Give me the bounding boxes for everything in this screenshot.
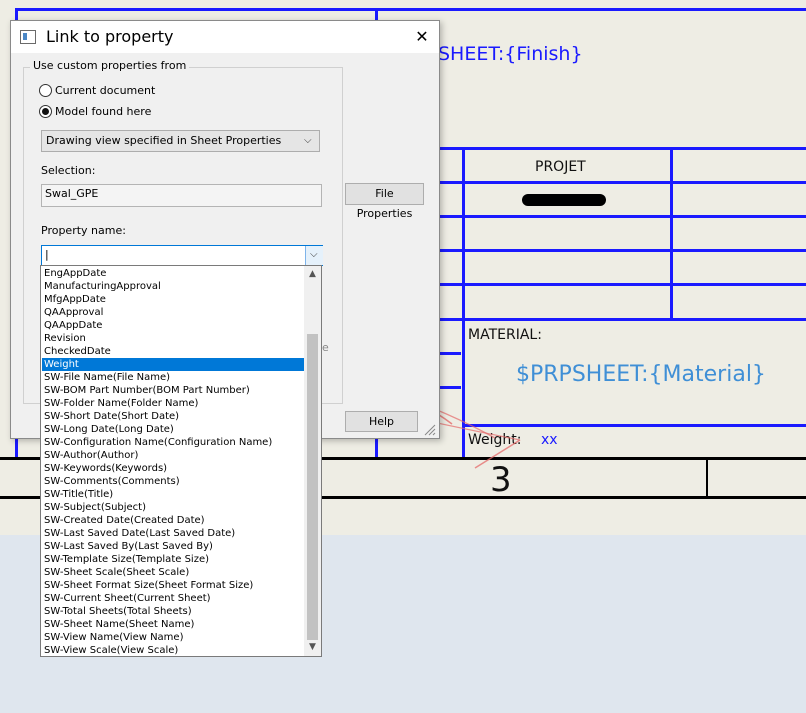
property-dropdown-list[interactable]: EngAppDate ManufacturingApproval MfgAppDat… [40,265,322,657]
property-list-item[interactable]: CheckedDate [42,345,306,358]
radio-model-found-here-label[interactable]: Model found here [55,105,151,118]
property-list-item[interactable]: SW-Current Sheet(Current Sheet) [42,592,306,605]
property-list-item[interactable]: Revision [42,332,306,345]
group-label: Use custom properties from [30,59,190,72]
property-list-item[interactable]: SW-Sheet Format Size(Sheet Format Size) [42,579,306,592]
scrollbar-thumb[interactable] [307,334,318,640]
property-list-item[interactable]: SW-Sheet Name(Sheet Name) [42,618,306,631]
chevron-down-icon: ⌵ [310,249,318,260]
chevron-down-icon: ⌵ [304,135,312,146]
view-select[interactable]: Drawing view specified in Sheet Properti… [41,130,320,152]
close-icon: ✕ [415,27,429,46]
selection-label: Selection: [41,164,96,177]
help-button[interactable]: Help [345,411,418,432]
property-list-item[interactable]: QAApproval [42,306,306,319]
property-list-item[interactable]: SW-Template Size(Template Size) [42,553,306,566]
radio-current-document-label[interactable]: Current document [55,84,155,97]
property-list-item[interactable]: ManufacturingApproval [42,280,306,293]
property-list-item[interactable]: SW-Sheet Scale(Sheet Scale) [42,566,306,579]
property-list-item[interactable]: SW-View Name(View Name) [42,631,306,644]
property-name-label: Property name: [41,224,126,237]
property-list-item[interactable]: SW-Keywords(Keywords) [42,462,306,475]
dialog-title-bar: Link to property ✕ [11,21,439,53]
property-list-item[interactable]: SW-Title(Title) [42,488,306,501]
resize-grip-icon[interactable] [423,423,436,436]
list-scrollbar[interactable]: ▲ ▼ [304,266,321,656]
property-list-item[interactable]: SW-BOM Part Number(BOM Part Number) [42,384,306,397]
radio-model-found-here[interactable] [39,105,52,118]
property-list-item[interactable]: QAAppDate [42,319,306,332]
property-list-item[interactable]: SW-Created Date(Created Date) [42,514,306,527]
property-list-item[interactable]: SW-Comments(Comments) [42,475,306,488]
property-list-item[interactable]: SW-Total Sheets(Total Sheets) [42,605,306,618]
property-list-item[interactable]: SW-Long Date(Long Date) [42,423,306,436]
property-list-item[interactable]: SW-File Name(File Name) [42,371,306,384]
selection-field[interactable]: Swal_GPE [41,184,322,207]
property-name-input-value: | [45,248,49,261]
property-list-item[interactable]: SW-Subject(Subject) [42,501,306,514]
property-name-dropdown-button[interactable]: ⌵ [305,246,323,265]
property-list-item[interactable]: Weight [42,358,306,371]
obscured-text: e [322,341,329,354]
scroll-down-icon[interactable]: ▼ [304,639,321,656]
property-list-item[interactable]: SW-Author(Author) [42,449,306,462]
property-list-item[interactable]: SW-View Scale(View Scale) [42,644,306,656]
property-list-item[interactable]: MfgAppDate [42,293,306,306]
radio-current-document[interactable] [39,84,52,97]
property-list-item[interactable]: EngAppDate [42,267,306,280]
property-name-input[interactable]: | ⌵ [41,245,323,266]
property-list-item[interactable]: SW-Last Saved By(Last Saved By) [42,540,306,553]
dialog-title: Link to property [46,27,174,46]
window-icon [20,30,36,44]
property-list-item[interactable]: SW-Folder Name(Folder Name) [42,397,306,410]
view-select-value: Drawing view specified in Sheet Properti… [46,134,282,147]
property-list-item[interactable]: SW-Configuration Name(Configuration Name… [42,436,306,449]
file-properties-button[interactable]: File Properties [345,183,424,220]
property-list-item[interactable]: SW-Last Saved Date(Last Saved Date) [42,527,306,540]
close-button[interactable]: ✕ [409,24,435,50]
scroll-up-icon[interactable]: ▲ [304,266,321,283]
property-list-item[interactable]: SW-Short Date(Short Date) [42,410,306,423]
